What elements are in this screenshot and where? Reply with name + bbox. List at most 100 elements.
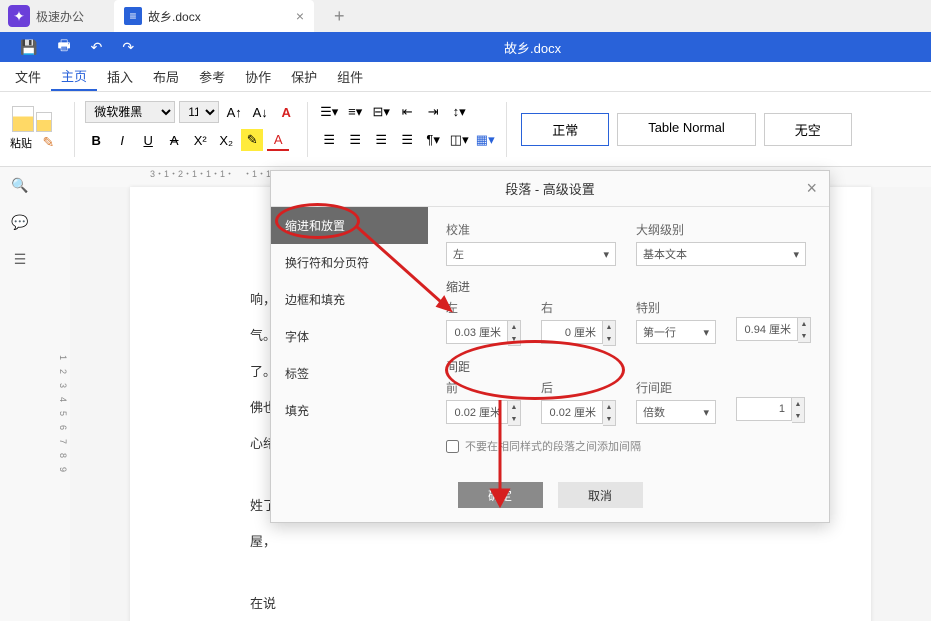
line-spacing-select[interactable]: 倍数▾ bbox=[636, 400, 716, 424]
outline-icon[interactable]: ☰ bbox=[14, 251, 27, 268]
comment-icon[interactable]: 💬 bbox=[11, 214, 28, 231]
tab-break[interactable]: 换行符和分页符 bbox=[271, 244, 428, 281]
style-table-normal[interactable]: Table Normal bbox=[617, 113, 756, 146]
title-bar: ✦ 极速办公 ≡ 故乡.docx × + bbox=[0, 0, 931, 32]
before-label: 前 bbox=[446, 379, 521, 396]
underline-icon[interactable]: U bbox=[137, 129, 159, 151]
font-size-select[interactable]: 11.5 bbox=[179, 101, 219, 123]
menu-home[interactable]: 主页 bbox=[51, 62, 97, 91]
tab-fill[interactable]: 填充 bbox=[271, 392, 428, 429]
italic-icon[interactable]: I bbox=[111, 129, 133, 151]
after-label: 后 bbox=[541, 379, 616, 396]
menu-reference[interactable]: 参考 bbox=[189, 63, 235, 90]
no-space-label: 不要在相同样式的段落之间添加间隔 bbox=[465, 438, 641, 454]
menu-component[interactable]: 组件 bbox=[327, 63, 373, 90]
dialog-tabs: 缩进和放置 换行符和分页符 边框和填充 字体 标签 填充 bbox=[271, 207, 428, 468]
line-spacing-icon[interactable]: ↕▾ bbox=[448, 101, 470, 123]
increase-font-icon[interactable]: A↑ bbox=[223, 101, 245, 123]
highlight-icon[interactable]: ✎ bbox=[241, 129, 263, 151]
paragraph-mark-icon[interactable]: ¶▾ bbox=[422, 129, 444, 151]
indent-section: 缩进 bbox=[446, 278, 811, 295]
before-spacing-spinner[interactable]: 0.02 厘米▲▼ bbox=[446, 400, 521, 426]
cancel-button[interactable]: 取消 bbox=[558, 482, 643, 508]
search-icon[interactable]: 🔍 bbox=[11, 177, 28, 194]
close-icon[interactable]: × bbox=[806, 178, 817, 199]
doc-icon: ≡ bbox=[124, 7, 142, 25]
print-icon[interactable]: 🖶 bbox=[57, 35, 70, 59]
app-logo-icon: ✦ bbox=[8, 5, 30, 27]
ok-button[interactable]: 确定 bbox=[458, 482, 543, 508]
left-indent-spinner[interactable]: 0.03 厘米▲▼ bbox=[446, 320, 521, 346]
text-line: 在说 bbox=[250, 591, 831, 617]
paste-icon bbox=[36, 112, 52, 132]
line-spacing-label: 行间距 bbox=[636, 379, 716, 396]
decrease-font-icon[interactable]: A↓ bbox=[249, 101, 271, 123]
tab-indent[interactable]: 缩进和放置 bbox=[271, 207, 428, 244]
align-right-icon[interactable]: ☰ bbox=[370, 129, 392, 151]
window-title: 故乡.docx bbox=[144, 38, 921, 57]
menu-protect[interactable]: 保护 bbox=[281, 63, 327, 90]
bold-icon[interactable]: B bbox=[85, 129, 107, 151]
spacing-section: 间距 bbox=[446, 358, 811, 375]
format-painter-icon[interactable]: ✎ bbox=[42, 134, 54, 150]
increase-indent-icon[interactable]: ⇥ bbox=[422, 101, 444, 123]
strikethrough-icon[interactable]: A bbox=[163, 129, 185, 151]
number-list-icon[interactable]: ≡▾ bbox=[344, 101, 366, 123]
outline-label: 大纲级别 bbox=[636, 221, 806, 238]
align-left-icon[interactable]: ☰ bbox=[318, 129, 340, 151]
outline-select[interactable]: 基本文本▾ bbox=[636, 242, 806, 266]
add-tab-icon[interactable]: + bbox=[334, 6, 345, 27]
borders-icon[interactable]: ▦▾ bbox=[474, 129, 496, 151]
side-toolbar: 🔍 💬 ☰ bbox=[0, 167, 40, 621]
shading-icon[interactable]: ◫▾ bbox=[448, 129, 470, 151]
special-select[interactable]: 第一行▾ bbox=[636, 320, 716, 344]
right-label: 右 bbox=[541, 299, 616, 316]
after-spacing-spinner[interactable]: 0.02 厘米▲▼ bbox=[541, 400, 616, 426]
subscript-icon[interactable]: X₂ bbox=[215, 129, 237, 151]
paragraph-dialog: 段落 - 高级设置 × 缩进和放置 换行符和分页符 边框和填充 字体 标签 填充… bbox=[270, 170, 830, 523]
style-normal[interactable]: 正常 bbox=[521, 113, 609, 146]
menu-file[interactable]: 文件 bbox=[5, 63, 51, 90]
undo-icon[interactable]: ↶ bbox=[91, 39, 103, 56]
bullet-list-icon[interactable]: ☰▾ bbox=[318, 101, 340, 123]
redo-icon[interactable]: ↷ bbox=[122, 39, 134, 56]
align-justify-icon[interactable]: ☰ bbox=[396, 129, 418, 151]
right-indent-spinner[interactable]: 0 厘米▲▼ bbox=[541, 320, 616, 346]
dialog-content: 校准 左▾ 大纲级别 基本文本▾ 缩进 左 0.03 厘米▲▼ 右 0 厘米▲▼ bbox=[428, 207, 829, 468]
menu-collab[interactable]: 协作 bbox=[235, 63, 281, 90]
line-at-spinner[interactable]: 1▲▼ bbox=[736, 397, 805, 423]
align-label: 校准 bbox=[446, 221, 616, 238]
decrease-indent-icon[interactable]: ⇤ bbox=[396, 101, 418, 123]
special-label: 特别 bbox=[636, 299, 716, 316]
doc-title: 故乡.docx bbox=[148, 8, 201, 25]
multilevel-list-icon[interactable]: ⊟▾ bbox=[370, 101, 392, 123]
font-color-icon[interactable]: A bbox=[275, 101, 297, 123]
quick-access-bar: 💾 🖶 ↶ ↷ 故乡.docx bbox=[0, 32, 931, 62]
tab-font[interactable]: 字体 bbox=[271, 318, 428, 355]
menu-layout[interactable]: 布局 bbox=[143, 63, 189, 90]
no-space-checkbox[interactable] bbox=[446, 440, 459, 453]
text-line: 屋， bbox=[250, 529, 831, 555]
save-icon[interactable]: 💾 bbox=[20, 39, 37, 56]
close-tab-icon[interactable]: × bbox=[296, 8, 304, 24]
align-select[interactable]: 左▾ bbox=[446, 242, 616, 266]
dialog-title-bar[interactable]: 段落 - 高级设置 × bbox=[271, 171, 829, 207]
dialog-title: 段落 - 高级设置 bbox=[505, 179, 595, 198]
font-name-select[interactable]: 微软雅黑 bbox=[85, 101, 175, 123]
superscript-icon[interactable]: X² bbox=[189, 129, 211, 151]
paste-button[interactable]: 粘贴 ✎ bbox=[10, 106, 54, 152]
style-nospace[interactable]: 无空 bbox=[764, 113, 852, 146]
menu-bar: 文件 主页 插入 布局 参考 协作 保护 组件 bbox=[0, 62, 931, 92]
tab-border[interactable]: 边框和填充 bbox=[271, 281, 428, 318]
text-color-icon[interactable]: A bbox=[267, 129, 289, 151]
vertical-ruler: 1 2 3 4 5 6 7 8 9 bbox=[40, 167, 70, 621]
paste-icon bbox=[12, 106, 34, 132]
left-label: 左 bbox=[446, 299, 521, 316]
special-by-spinner[interactable]: 0.94 厘米▲▼ bbox=[736, 317, 811, 343]
ribbon: 粘贴 ✎ 微软雅黑 11.5 A↑ A↓ A B I U A X² X₂ ✎ A… bbox=[0, 92, 931, 167]
tab-tab[interactable]: 标签 bbox=[271, 355, 428, 392]
menu-insert[interactable]: 插入 bbox=[97, 63, 143, 90]
app-name: 极速办公 bbox=[36, 8, 84, 25]
document-tab[interactable]: ≡ 故乡.docx × bbox=[114, 0, 314, 32]
align-center-icon[interactable]: ☰ bbox=[344, 129, 366, 151]
